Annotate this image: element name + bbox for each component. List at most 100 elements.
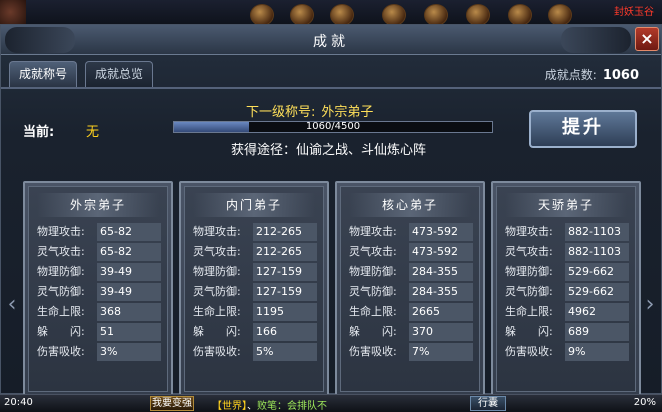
stat-label: 物理攻击: xyxy=(37,225,85,238)
skill-orb-icon[interactable] xyxy=(424,4,448,26)
next-title: 下一级称号: 外宗弟子 xyxy=(246,101,379,120)
stat-spirit-def: 灵气防御: 529-662 xyxy=(503,283,629,301)
stat-label: 灵气攻击: xyxy=(193,245,241,258)
scroll-left-arrow-icon[interactable]: ‹ xyxy=(5,287,19,323)
tab-divider xyxy=(1,87,661,89)
progress-text: 1060/4500 xyxy=(305,121,361,132)
stat-dodge: 躲 闪: 166 xyxy=(191,323,317,341)
upgrade-button[interactable]: 提升 xyxy=(529,110,637,148)
stat-label: 灵气攻击: xyxy=(505,245,553,258)
tab-achievement-titles[interactable]: 成就称号 xyxy=(9,61,77,87)
stat-value: 473-592 xyxy=(409,243,473,261)
skill-orb-icon[interactable] xyxy=(466,4,490,26)
stat-value: 1195 xyxy=(253,303,317,321)
stat-phys-atk: 物理攻击: 473-592 xyxy=(347,223,473,241)
stat-spirit-atk: 灵气攻击: 882-1103 xyxy=(503,243,629,261)
next-title-label: 下一级称号: xyxy=(246,105,316,120)
stat-absorb: 伤害吸收: 5% xyxy=(191,343,317,361)
stat-label: 物理防御: xyxy=(505,265,553,278)
stat-label: 物理防御: xyxy=(193,265,241,278)
skill-orb-icon[interactable] xyxy=(250,4,274,26)
stat-label: 物理攻击: xyxy=(505,225,553,238)
stat-hp: 生命上限: 4962 xyxy=(503,303,629,321)
stat-label: 灵气防御: xyxy=(349,285,397,298)
stat-spirit-atk: 灵气攻击: 65-82 xyxy=(35,243,161,261)
stat-phys-def: 物理防御: 127-159 xyxy=(191,263,317,281)
stat-phys-atk: 物理攻击: 65-82 xyxy=(35,223,161,241)
card-title: 天骄弟子 xyxy=(505,193,627,217)
stat-value: 127-159 xyxy=(253,263,317,281)
title-card[interactable]: 外宗弟子 物理攻击: 65-82 灵气攻击: 65-82 物理防御: 39-49 灵气… xyxy=(23,181,173,397)
stat-value: 65-82 xyxy=(97,243,161,261)
chat-line[interactable]: 【世界】、败笔：会排队不 xyxy=(212,397,327,412)
stat-value: 882-1103 xyxy=(565,243,629,261)
stat-label: 物理防御: xyxy=(349,265,397,278)
scroll-right-arrow-icon[interactable]: › xyxy=(643,287,657,323)
stat-dodge: 躲 闪: 370 xyxy=(347,323,473,341)
stat-label: 躲 闪: xyxy=(349,325,397,338)
stat-label: 生命上限: xyxy=(193,305,241,318)
skill-orb-icon[interactable] xyxy=(382,4,406,26)
title-card-body: 外宗弟子 物理攻击: 65-82 灵气攻击: 65-82 物理防御: 39-49 灵气… xyxy=(28,186,168,392)
stat-hp: 生命上限: 368 xyxy=(35,303,161,321)
stat-label: 物理攻击: xyxy=(193,225,241,238)
stat-label: 灵气防御: xyxy=(37,285,85,298)
title-card[interactable]: 天骄弟子 物理攻击: 882-1103 灵气攻击: 882-1103 物理防御: 52… xyxy=(491,181,641,397)
stat-value: 7% xyxy=(409,343,473,361)
stat-phys-def: 物理防御: 39-49 xyxy=(35,263,161,281)
stat-label: 生命上限: xyxy=(505,305,553,318)
current-title-value: 无 xyxy=(86,125,100,140)
stat-value: 689 xyxy=(565,323,629,341)
stat-spirit-atk: 灵气攻击: 212-265 xyxy=(191,243,317,261)
bottom-status-bar: 20:40 我要变强 【世界】、败笔：会排队不 行囊 20% xyxy=(0,394,662,412)
stat-value: 3% xyxy=(97,343,161,361)
map-name-tag: 封妖玉谷 xyxy=(614,7,654,18)
stat-value: 39-49 xyxy=(97,263,161,281)
stat-label: 伤害吸收: xyxy=(37,345,85,358)
next-title-value: 外宗弟子 xyxy=(321,105,374,120)
stat-value: 529-662 xyxy=(565,283,629,301)
become-stronger-button[interactable]: 我要变强 xyxy=(150,396,194,411)
stat-value: 370 xyxy=(409,323,473,341)
current-title-label: 当前: xyxy=(23,125,55,140)
stat-label: 躲 闪: xyxy=(37,325,85,338)
skill-orb-icon[interactable] xyxy=(330,4,354,26)
stat-label: 伤害吸收: xyxy=(349,345,397,358)
skill-orb-icon[interactable] xyxy=(548,4,572,26)
stat-value: 65-82 xyxy=(97,223,161,241)
stat-value: 5% xyxy=(253,343,317,361)
stat-label: 灵气防御: xyxy=(193,285,241,298)
stat-value: 2665 xyxy=(409,303,473,321)
tab-achievement-overview[interactable]: 成就总览 xyxy=(85,61,153,87)
stat-phys-atk: 物理攻击: 882-1103 xyxy=(503,223,629,241)
progress-bar: 1060/4500 xyxy=(173,121,493,133)
stat-label: 生命上限: xyxy=(37,305,85,318)
bag-button[interactable]: 行囊 xyxy=(470,396,506,411)
stat-value: 51 xyxy=(97,323,161,341)
chat-channel: 【世界】 xyxy=(212,401,247,412)
stat-label: 伤害吸收: xyxy=(505,345,553,358)
title-cards: 外宗弟子 物理攻击: 65-82 灵气攻击: 65-82 物理防御: 39-49 灵气… xyxy=(23,181,643,397)
acquire-route: 获得途径：仙谕之战、斗仙炼心阵 xyxy=(231,143,427,158)
stat-hp: 生命上限: 1195 xyxy=(191,303,317,321)
chat-message: 败笔：会排队不 xyxy=(257,401,327,412)
title-card-body: 核心弟子 物理攻击: 473-592 灵气攻击: 473-592 物理防御: 284-… xyxy=(340,186,480,392)
stat-value: 212-265 xyxy=(253,243,317,261)
stat-label: 灵气防御: xyxy=(505,285,553,298)
title-card[interactable]: 内门弟子 物理攻击: 212-265 灵气攻击: 212-265 物理防御: 127-… xyxy=(179,181,329,397)
window-titlebar: 成就 × xyxy=(1,25,661,55)
stat-absorb: 伤害吸收: 9% xyxy=(503,343,629,361)
title-card[interactable]: 核心弟子 物理攻击: 473-592 灵气攻击: 473-592 物理防御: 284-… xyxy=(335,181,485,397)
stat-value: 9% xyxy=(565,343,629,361)
skill-orb-icon[interactable] xyxy=(290,4,314,26)
stat-label: 灵气攻击: xyxy=(349,245,397,258)
stat-hp: 生命上限: 2665 xyxy=(347,303,473,321)
stat-value: 284-355 xyxy=(409,283,473,301)
chat-separator: 、 xyxy=(247,401,257,412)
stat-spirit-atk: 灵气攻击: 473-592 xyxy=(347,243,473,261)
close-button[interactable]: × xyxy=(635,27,659,51)
skill-orb-icon[interactable] xyxy=(508,4,532,26)
stat-label: 躲 闪: xyxy=(193,325,241,338)
stat-value: 368 xyxy=(97,303,161,321)
stat-label: 伤害吸收: xyxy=(193,345,241,358)
